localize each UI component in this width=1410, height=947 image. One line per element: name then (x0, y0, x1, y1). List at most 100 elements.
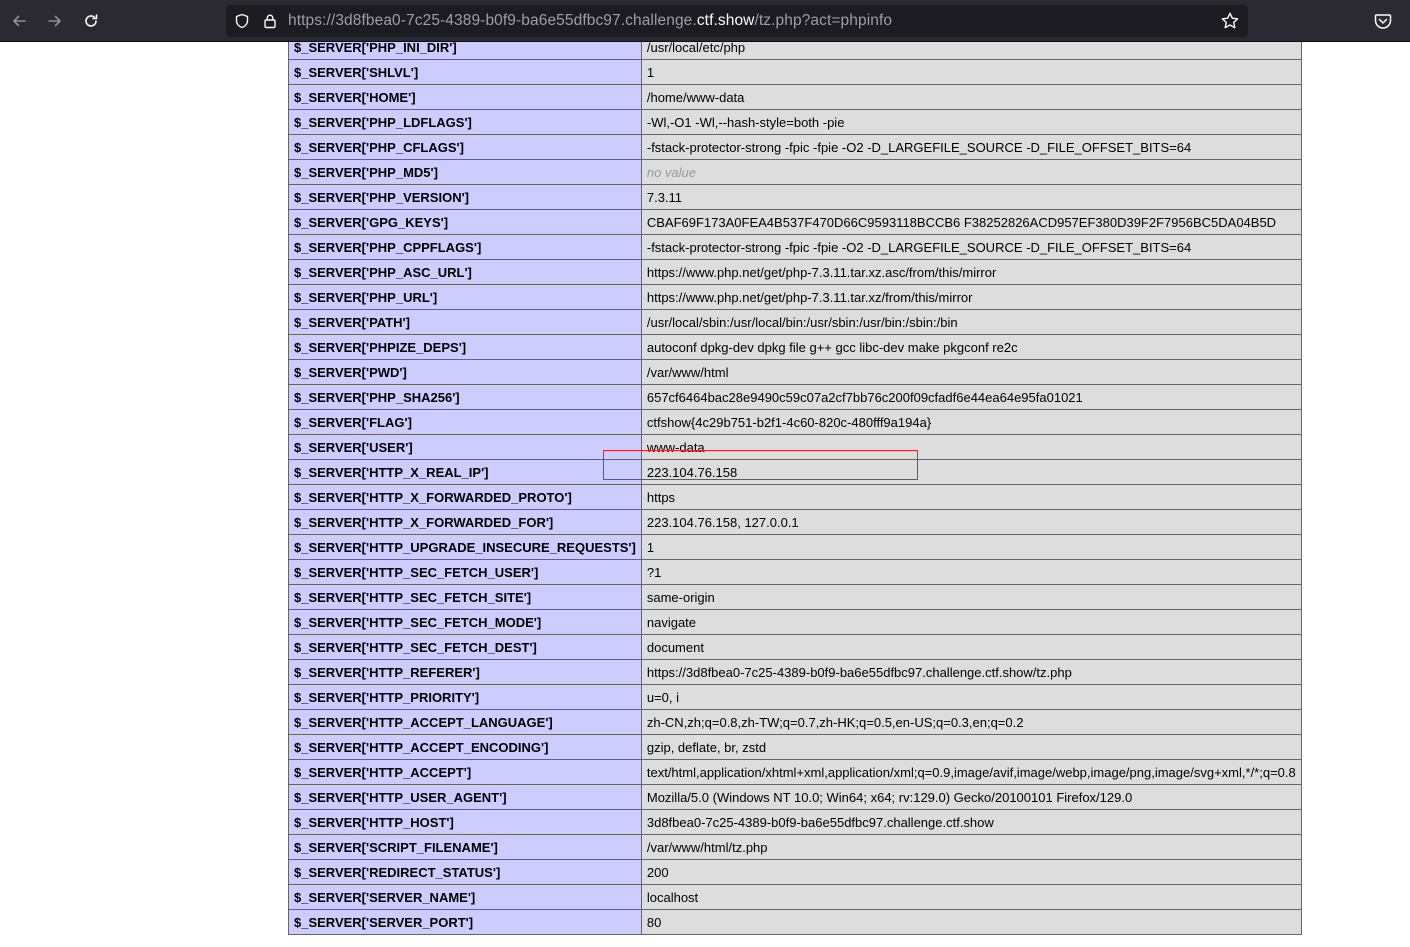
server-var-value: u=0, i (640, 684, 1302, 710)
url-text[interactable]: https://3d8fbea0-7c25-4389-b0f9-ba6e55df… (288, 12, 892, 30)
server-var-value: https://3d8fbea0-7c25-4389-b0f9-ba6e55df… (640, 659, 1302, 685)
server-var-value: CBAF69F173A0FEA4B537F470D66C9593118BCCB6… (640, 209, 1302, 235)
server-var-value: -Wl,-O1 -Wl,--hash-style=both -pie (640, 109, 1302, 135)
forward-arrow-icon[interactable] (41, 7, 69, 35)
server-var-key: $_SERVER['HTTP_SEC_FETCH_DEST'] (288, 634, 642, 660)
server-var-value: ?1 (640, 559, 1302, 585)
server-var-key: $_SERVER['HTTP_ACCEPT_ENCODING'] (288, 734, 642, 760)
table-row: $_SERVER['SERVER_PORT'] 80 (288, 909, 1302, 935)
server-var-value: 80 (640, 909, 1302, 935)
server-var-key: $_SERVER['HTTP_PRIORITY'] (288, 684, 642, 710)
table-row: $_SERVER['HTTP_X_REAL_IP'] 223.104.76.158 (288, 459, 1302, 485)
table-row: $_SERVER['HTTP_PRIORITY'] u=0, i (288, 684, 1302, 710)
shield-icon[interactable] (234, 13, 250, 29)
server-var-key: $_SERVER['PHP_ASC_URL'] (288, 259, 642, 285)
phpinfo-rows: $_SERVER['PHP_INI_DIR']/usr/local/etc/ph… (288, 42, 1302, 935)
table-row: $_SERVER['PHP_VERSION'] 7.3.11 (288, 184, 1302, 210)
table-row: $_SERVER['PATH']/usr/local/sbin:/usr/loc… (288, 309, 1302, 335)
server-var-key: $_SERVER['PATH'] (288, 309, 642, 335)
table-row: $_SERVER['SHLVL'] 1 (288, 59, 1302, 85)
table-row: $_SERVER['PHP_CFLAGS'] -fstack-protector-… (288, 134, 1302, 160)
server-var-key: $_SERVER['HTTP_SEC_FETCH_MODE'] (288, 609, 642, 635)
server-var-key: $_SERVER['HTTP_X_REAL_IP'] (288, 459, 642, 485)
server-var-value: -fstack-protector-strong -fpic -fpie -O2… (640, 234, 1302, 260)
table-row: $_SERVER['PHP_CPPFLAGS'] -fstack-protecto… (288, 234, 1302, 260)
server-var-key: $_SERVER['PHP_URL'] (288, 284, 642, 310)
server-var-key: $_SERVER['HTTP_ACCEPT'] (288, 759, 642, 785)
server-var-value: 223.104.76.158, 127.0.0.1 (640, 509, 1302, 535)
server-var-value: /usr/local/sbin:/usr/local/bin:/usr/sbin… (640, 309, 1302, 335)
server-var-value: 1 (640, 534, 1302, 560)
table-row: $_SERVER['PHP_SHA256'] 657cf6464bac28e949… (288, 384, 1302, 410)
server-var-key: $_SERVER['HTTP_USER_AGENT'] (288, 784, 642, 810)
server-var-value: same-origin (640, 584, 1302, 610)
server-var-value: navigate (640, 609, 1302, 635)
server-var-key: $_SERVER['PHP_CFLAGS'] (288, 134, 642, 160)
server-var-value: https://www.php.net/get/php-7.3.11.tar.x… (640, 259, 1302, 285)
server-var-key: $_SERVER['PHPIZE_DEPS'] (288, 334, 642, 360)
server-var-value: 200 (640, 859, 1302, 885)
server-var-value: 1 (640, 59, 1302, 85)
server-var-key: $_SERVER['GPG_KEYS'] (288, 209, 642, 235)
table-row: $_SERVER['GPG_KEYS'] CBAF69F173A0FEA4B537… (288, 209, 1302, 235)
server-var-value: 657cf6464bac28e9490c59c07a2cf7bb76c200f0… (640, 384, 1302, 410)
server-var-key: $_SERVER['PHP_LDFLAGS'] (288, 109, 642, 135)
url-suffix: /tz.php?act=phpinfo (754, 12, 893, 29)
table-row: $_SERVER['PHP_ASC_URL'] https://www.php.n… (288, 259, 1302, 285)
server-var-key: $_SERVER['PWD'] (288, 359, 642, 385)
server-var-value: no value (640, 159, 1302, 185)
table-row: $_SERVER['PWD']/var/www/html (288, 359, 1302, 385)
table-row: $_SERVER['HTTP_SEC_FETCH_DEST'] document (288, 634, 1302, 660)
browser-toolbar: https://3d8fbea0-7c25-4389-b0f9-ba6e55df… (0, 0, 1410, 42)
server-var-key: $_SERVER['PHP_CPPFLAGS'] (288, 234, 642, 260)
server-var-value: Mozilla/5.0 (Windows NT 10.0; Win64; x64… (640, 784, 1302, 810)
server-var-key: $_SERVER['PHP_INI_DIR'] (288, 42, 642, 60)
server-var-value: https (640, 484, 1302, 510)
flag-value: ctfshow{4c29b751-b2f1-4c60-820c-480fff9a… (640, 409, 1302, 435)
reload-icon[interactable] (77, 7, 105, 35)
page-content: $_SERVER['PHP_INI_DIR']/usr/local/etc/ph… (0, 42, 1410, 947)
server-var-value: text/html,application/xhtml+xml,applicat… (640, 759, 1302, 785)
server-var-key: $_SERVER['SHLVL'] (288, 59, 642, 85)
table-row: $_SERVER['HTTP_HOST'] 3d8fbea0-7c25-4389-… (288, 809, 1302, 835)
table-row: $_SERVER['HTTP_ACCEPT_ENCODING'] gzip, de… (288, 734, 1302, 760)
table-row: $_SERVER['PHP_LDFLAGS'] -Wl,-O1 -Wl,--has… (288, 109, 1302, 135)
star-icon[interactable] (1220, 11, 1240, 31)
url-prefix: https://3d8fbea0-7c25-4389-b0f9-ba6e55df… (288, 12, 697, 29)
server-var-key: $_SERVER['HTTP_UPGRADE_INSECURE_REQUESTS… (288, 534, 642, 560)
lock-icon[interactable] (262, 13, 278, 29)
table-row: $_SERVER['USER'] www-data (288, 434, 1302, 460)
table-row: $_SERVER['HTTP_USER_AGENT'] Mozilla/5.0 (… (288, 784, 1302, 810)
server-var-value: /var/www/html/tz.php (640, 834, 1302, 860)
server-var-key: $_SERVER['HTTP_REFERER'] (288, 659, 642, 685)
server-var-key: $_SERVER['SERVER_NAME'] (288, 884, 642, 910)
table-row: $_SERVER['HTTP_REFERER'] https://3d8fbea0… (288, 659, 1302, 685)
server-var-value: autoconf dpkg-dev dpkg file g++ gcc libc… (640, 334, 1302, 360)
server-var-value: 223.104.76.158 (640, 459, 1302, 485)
server-var-key: $_SERVER['REDIRECT_STATUS'] (288, 859, 642, 885)
address-bar[interactable]: https://3d8fbea0-7c25-4389-b0f9-ba6e55df… (226, 5, 1248, 37)
server-var-value: 7.3.11 (640, 184, 1302, 210)
server-var-key: $_SERVER['PHP_SHA256'] (288, 384, 642, 410)
back-arrow-icon[interactable] (5, 7, 33, 35)
server-var-key: $_SERVER['HOME'] (288, 84, 642, 110)
server-var-key: $_SERVER['SERVER_PORT'] (288, 909, 642, 935)
table-row: $_SERVER['HTTP_SEC_FETCH_MODE'] navigate (288, 609, 1302, 635)
table-row: $_SERVER['FLAG'] ctfshow{4c29b751-b2f1-4c… (288, 409, 1302, 435)
table-row: $_SERVER['PHPIZE_DEPS'] autoconf dpkg-dev… (288, 334, 1302, 360)
server-var-key: $_SERVER['PHP_MD5'] (288, 159, 642, 185)
server-var-value: /home/www-data (640, 84, 1302, 110)
server-var-value: www-data (640, 434, 1302, 460)
server-var-key: $_SERVER['HTTP_X_FORWARDED_PROTO'] (288, 484, 642, 510)
server-var-value: 3d8fbea0-7c25-4389-b0f9-ba6e55dfbc97.cha… (640, 809, 1302, 835)
table-row: $_SERVER['HTTP_SEC_FETCH_SITE'] same-orig… (288, 584, 1302, 610)
server-var-key: $_SERVER['HTTP_X_FORWARDED_FOR'] (288, 509, 642, 535)
phpinfo-table: $_SERVER['PHP_INI_DIR']/usr/local/etc/ph… (288, 42, 1302, 935)
table-row: $_SERVER['HTTP_ACCEPT'] text/html,applica… (288, 759, 1302, 785)
table-row: $_SERVER['REDIRECT_STATUS'] 200 (288, 859, 1302, 885)
server-var-value: -fstack-protector-strong -fpic -fpie -O2… (640, 134, 1302, 160)
server-var-value: https://www.php.net/get/php-7.3.11.tar.x… (640, 284, 1302, 310)
server-var-value: zh-CN,zh;q=0.8,zh-TW;q=0.7,zh-HK;q=0.5,e… (640, 709, 1302, 735)
server-var-value: localhost (640, 884, 1302, 910)
pocket-icon[interactable] (1373, 11, 1393, 31)
